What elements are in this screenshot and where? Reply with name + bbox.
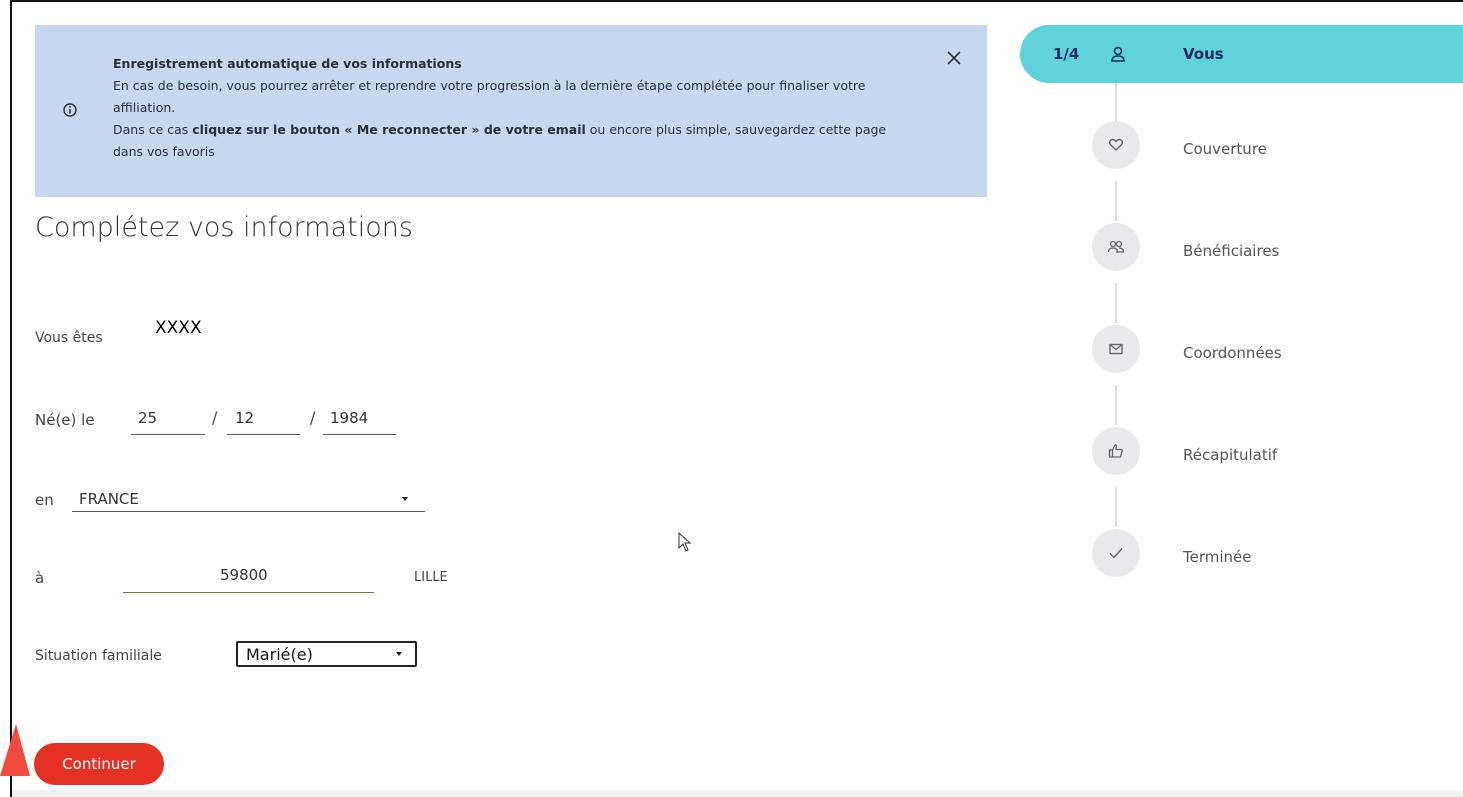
window-border-left [10, 0, 12, 797]
close-icon[interactable] [945, 49, 963, 67]
step-counter: 1/4 [1053, 45, 1080, 63]
birth-city-label: à [35, 569, 45, 587]
banner-line-2: Dans ce cas cliquez sur le bouton « Me r… [113, 119, 903, 163]
heart-icon [1108, 138, 1124, 151]
banner-reconnect-hint: cliquez sur le bouton « Me reconnecter »… [192, 122, 586, 137]
step-couverture-label[interactable]: Couverture [1183, 140, 1267, 158]
banner-title: Enregistrement automatique de vos inform… [113, 56, 462, 71]
step-terminee-label[interactable]: Terminée [1183, 548, 1252, 566]
user-icon [1109, 45, 1127, 63]
family-status-value: Marié(e) [246, 645, 313, 664]
vous-etes-value: XXXX [155, 318, 202, 338]
step-beneficiaires-circle[interactable] [1092, 223, 1140, 271]
step-terminee-circle[interactable] [1092, 529, 1140, 577]
chevron-down-icon [396, 652, 402, 656]
stepper-connector [1115, 283, 1117, 323]
people-icon [1107, 240, 1125, 253]
vous-etes-label: Vous êtes [35, 330, 103, 346]
birth-month-underline [227, 434, 300, 435]
family-status-select[interactable]: Marié(e) [236, 641, 417, 667]
page-title: Complétez vos informations [35, 212, 413, 243]
birth-country-label: en [35, 491, 54, 509]
birth-year-input[interactable]: 1984 [330, 409, 368, 427]
banner-line-1: En cas de besoin, vous pourrez arrêter e… [113, 78, 866, 115]
step-beneficiaires-label[interactable]: Bénéficiaires [1183, 242, 1279, 260]
annotation-arrow-icon [0, 724, 30, 776]
mouse-cursor-icon [678, 532, 692, 552]
step-coordonnees-circle[interactable] [1092, 325, 1140, 373]
date-separator: / [212, 408, 218, 427]
window-border-top [10, 0, 1463, 2]
birth-country-value: FRANCE [79, 490, 139, 508]
postal-code-input[interactable]: 59800 [220, 566, 268, 584]
birth-country-select[interactable]: FRANCE [72, 485, 425, 512]
step-vous-active[interactable]: 1/4 Vous [1020, 25, 1463, 83]
step-recapitulatif-label[interactable]: Récapitulatif [1183, 446, 1277, 464]
continue-button[interactable]: Continuer [34, 743, 164, 785]
step-vous-label: Vous [1183, 45, 1224, 63]
autosave-info-banner: Enregistrement automatique de vos inform… [35, 25, 987, 197]
info-icon [62, 102, 78, 118]
birth-year-underline [323, 434, 396, 435]
step-couverture-circle[interactable] [1092, 121, 1140, 169]
birth-month-input[interactable]: 12 [235, 409, 254, 427]
thumbs-up-icon [1108, 444, 1123, 458]
birth-country-underline [72, 511, 425, 512]
birth-day-underline [131, 434, 205, 435]
birth-city-name: LILLE [414, 570, 448, 585]
chevron-down-icon [402, 497, 408, 501]
date-separator: / [310, 408, 316, 427]
birth-day-input[interactable]: 25 [138, 409, 157, 427]
family-status-label: Situation familiale [35, 648, 162, 664]
stepper-connector [1115, 385, 1117, 425]
stepper-connector [1115, 181, 1117, 221]
check-icon [1109, 548, 1123, 559]
banner-line-2-prefix: Dans ce cas [113, 122, 193, 137]
birthdate-label: Né(e) le [35, 411, 95, 429]
bottom-strip [12, 790, 1463, 797]
stepper-connector [1115, 83, 1117, 121]
postal-code-underline [123, 592, 374, 593]
step-coordonnees-label[interactable]: Coordonnées [1183, 344, 1282, 362]
stepper-connector [1115, 487, 1117, 527]
step-recapitulatif-circle[interactable] [1092, 427, 1140, 475]
mail-icon [1109, 343, 1123, 355]
banner-text: Enregistrement automatique de vos inform… [113, 53, 903, 163]
